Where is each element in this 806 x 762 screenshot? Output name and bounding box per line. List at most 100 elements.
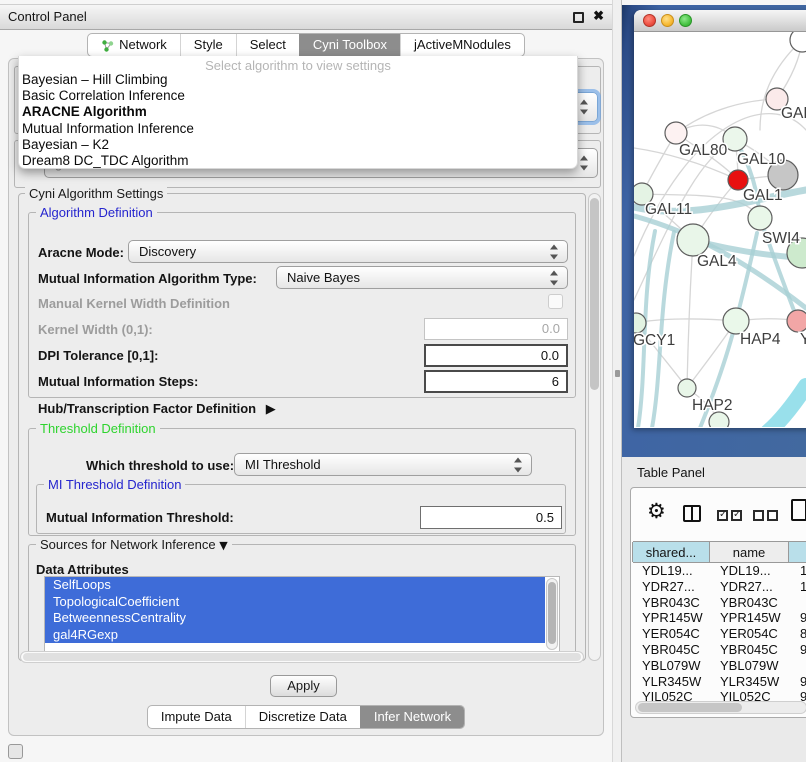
apply-button[interactable]: Apply (270, 675, 337, 697)
table-cell: 9. (791, 674, 806, 690)
attribute-item[interactable]: TopologicalCoefficient (45, 594, 545, 611)
tab-label: Select (250, 34, 286, 56)
manual-kernel-checkbox[interactable] (548, 294, 563, 309)
attribute-item[interactable]: SelfLoops (45, 577, 545, 594)
document-icon[interactable] (791, 499, 806, 521)
attributes-scrollbar-thumb[interactable] (548, 582, 556, 644)
table-cell: 13 (791, 563, 806, 579)
column-header[interactable] (788, 542, 806, 562)
tab-style[interactable]: Style (180, 34, 236, 56)
table-cell: YDL19... (711, 563, 791, 579)
table-cell: YPR145W (633, 610, 711, 626)
algorithm-option[interactable]: Bayesian – Hill Climbing (19, 72, 577, 88)
hub-definition-label[interactable]: Hub/Transcription Factor Definition ▶ (38, 401, 276, 417)
collapse-down-icon[interactable]: ▼ (219, 539, 227, 552)
gear-icon[interactable]: ⚙ (647, 499, 666, 523)
table-row[interactable]: YBR043CYBR043C (633, 595, 806, 611)
network-node-y[interactable] (787, 310, 806, 332)
network-edge[interactable] (687, 240, 693, 388)
network-edge[interactable] (652, 232, 674, 427)
tab-impute-data[interactable]: Impute Data (148, 706, 245, 728)
settings-vertical-scrollbar[interactable] (588, 193, 601, 661)
manual-kernel-label: Manual Kernel Width Definition (38, 296, 230, 311)
network-canvas[interactable]: GALGAL80GAL10GAL1GAL11SWI4GAL4GCY1HAP4YH… (634, 32, 806, 427)
table-row[interactable]: YBR045CYBR045C9. (633, 642, 806, 658)
table-row[interactable]: YLR345WYLR345W9. (633, 674, 806, 690)
mi-steps-field[interactable]: 6 (424, 370, 568, 393)
panel-corner-icon[interactable] (8, 744, 23, 759)
network-edge[interactable] (636, 319, 736, 323)
attributes-vertical-scrollbar[interactable] (546, 578, 558, 650)
tab-cyni-toolbox[interactable]: Cyni Toolbox (299, 34, 400, 56)
settings-group-title: Cyni Algorithm Settings (25, 186, 167, 201)
tab-infer-network[interactable]: Infer Network (360, 706, 464, 728)
data-attributes-list[interactable]: SelfLoopsTopologicalCoefficientBetweenne… (44, 576, 560, 652)
float-window-icon[interactable] (573, 12, 584, 23)
algorithm-option[interactable]: Dream8 DC_TDC Algorithm (19, 153, 577, 169)
network-node-gal80[interactable] (665, 122, 687, 144)
algorithm-dropdown-placeholder: Select algorithm to view settings (19, 56, 577, 72)
attribute-item[interactable]: gal4RGexp (45, 627, 545, 644)
network-graph[interactable]: GALGAL80GAL10GAL1GAL11SWI4GAL4GCY1HAP4YH… (634, 32, 806, 427)
algorithm-option[interactable]: ARACNE Algorithm (19, 104, 577, 120)
table-row[interactable]: YPR145WYPR145W9. (633, 610, 806, 626)
table-horizontal-scrollbar[interactable] (635, 701, 806, 714)
algorithm-option[interactable]: Basic Correlation Inference (19, 88, 577, 104)
table-cell: YBL079W (711, 658, 791, 674)
aracne-mode-combo[interactable]: Discovery (128, 240, 568, 263)
tab-select[interactable]: Select (236, 34, 299, 56)
network-node-swi4[interactable] (748, 206, 772, 230)
mi-type-value: Naive Bayes (287, 267, 360, 288)
dpi-tolerance-field[interactable]: 0.0 (424, 344, 568, 367)
network-edge[interactable] (768, 386, 806, 427)
table-row[interactable]: YBL079WYBL079W (633, 658, 806, 674)
expand-right-icon[interactable]: ▶ (266, 402, 276, 417)
network-node-hap2[interactable] (678, 379, 696, 397)
table-cell: YBL079W (633, 658, 711, 674)
table-header-row: shared...name (633, 541, 806, 563)
columns-icon[interactable] (683, 505, 701, 522)
settings-horizontal-scrollbar[interactable] (20, 651, 584, 663)
table-hscrollbar-thumb[interactable] (638, 703, 742, 712)
hscrollbar-thumb[interactable] (23, 653, 581, 661)
kernel-width-field[interactable]: 0.0 (424, 318, 568, 340)
table-row[interactable]: YDR27...YDR27...12 (633, 579, 806, 595)
mi-threshold-field[interactable]: 0.5 (420, 506, 562, 529)
table-cell (791, 658, 806, 674)
tab-network[interactable]: Network (88, 34, 180, 56)
column-header[interactable]: shared... (632, 542, 710, 562)
threshold-definition-title: Threshold Definition (36, 421, 160, 436)
select-all-checkboxes-icon[interactable] (717, 509, 745, 524)
algorithm-option[interactable]: Mutual Information Inference (19, 121, 577, 137)
network-node-gal4[interactable] (677, 224, 709, 256)
column-header[interactable]: name (709, 542, 789, 562)
network-window-titlebar[interactable] (634, 10, 806, 32)
table-cell: 9. (791, 642, 806, 658)
table-row[interactable]: YDL19...YDL19...13 (633, 563, 806, 579)
close-traffic-light-icon[interactable] (643, 14, 656, 27)
minimize-traffic-light-icon[interactable] (661, 14, 674, 27)
attribute-item[interactable]: BetweennessCentrality (45, 610, 545, 627)
control-panel-titlebar: Control Panel ✖ (0, 4, 612, 30)
which-threshold-combo[interactable]: MI Threshold (234, 453, 532, 476)
algorithm-option[interactable]: Bayesian – K2 (19, 137, 577, 153)
close-icon[interactable]: ✖ (593, 8, 604, 24)
network-window[interactable]: GALGAL80GAL10GAL1GAL11SWI4GAL4GCY1HAP4YH… (634, 10, 806, 428)
table-cell: 9. (791, 610, 806, 626)
network-node[interactable] (709, 412, 729, 427)
settings-scrollbar-thumb[interactable] (590, 198, 599, 390)
table-cell: 12 (791, 579, 806, 595)
aracne-mode-label: Aracne Mode: (38, 245, 124, 260)
deselect-all-checkboxes-icon[interactable] (753, 509, 781, 524)
table-row[interactable]: YER054CYER054C8. (633, 626, 806, 642)
mi-type-combo[interactable]: Naive Bayes (276, 266, 568, 289)
zoom-traffic-light-icon[interactable] (679, 14, 692, 27)
split-pane-grabber-icon[interactable] (615, 370, 620, 377)
network-node-label: GAL10 (737, 151, 786, 168)
app-screen: Control Panel ✖ NetworkStyle Select Cyni T… (0, 0, 806, 762)
tab-discretize-data[interactable]: Discretize Data (245, 706, 360, 728)
network-node-label: HAP2 (692, 397, 733, 414)
table-cell: YDR27... (711, 579, 791, 595)
split-pane-divider[interactable] (612, 0, 622, 762)
tab-jactivemnodules[interactable]: jActiveMNodules (400, 34, 524, 56)
